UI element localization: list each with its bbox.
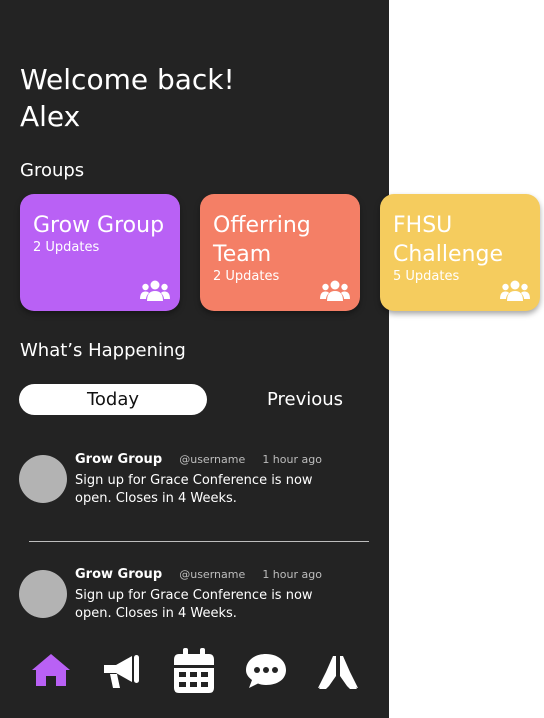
post-text: Sign up for Grace Conference is now open… xyxy=(75,588,313,621)
avatar xyxy=(19,570,67,618)
post-meta: Grow Group @username 1 hour ago xyxy=(75,448,322,467)
group-card-grow-group[interactable]: Grow Group 2 Updates xyxy=(20,194,180,311)
chat-icon[interactable] xyxy=(245,652,287,690)
praying-hands-icon[interactable] xyxy=(316,652,360,690)
welcome-line: Welcome back! xyxy=(20,63,235,96)
post-username: @username xyxy=(179,453,246,466)
post-time: 1 hour ago xyxy=(262,568,322,581)
group-name: Offerring Team xyxy=(213,213,311,267)
welcome-heading: Welcome back! Alex xyxy=(20,61,380,135)
post-text: Sign up for Grace Conference is now open… xyxy=(75,473,313,506)
tab-today[interactable]: Today xyxy=(19,384,207,415)
groups-title: Groups xyxy=(20,160,85,181)
tab-previous[interactable]: Previous xyxy=(210,384,400,415)
megaphone-icon[interactable] xyxy=(102,652,144,690)
group-card-offerring-team[interactable]: Offerring Team 2 Updates xyxy=(200,194,360,311)
group-updates: 2 Updates xyxy=(33,240,100,255)
group-card-info: Offerring Team 2 Updates xyxy=(213,211,358,285)
group-card-fhsu-challenge[interactable]: FHSU Challenge 5 Updates xyxy=(380,194,540,311)
post-group: Grow Group xyxy=(75,567,163,582)
post-time: 1 hour ago xyxy=(262,453,322,466)
group-card-info: Grow Group 2 Updates xyxy=(33,211,178,256)
post-meta: Grow Group @username 1 hour ago xyxy=(75,563,322,582)
divider xyxy=(29,541,369,542)
group-icon xyxy=(140,280,170,301)
whats-happening-title: What’s Happening xyxy=(20,340,186,361)
group-name: Grow Group xyxy=(33,213,165,238)
app-screen: Welcome back! Alex Groups Grow Group 2 U… xyxy=(0,0,389,718)
calendar-icon[interactable] xyxy=(173,648,215,694)
home-icon[interactable] xyxy=(30,652,72,688)
post-username: @username xyxy=(179,568,246,581)
avatar xyxy=(19,455,67,503)
group-icon xyxy=(320,280,350,301)
group-card-info: FHSU Challenge 5 Updates xyxy=(393,211,538,285)
group-name: FHSU Challenge xyxy=(393,213,503,267)
group-icon xyxy=(500,280,530,301)
post-group: Grow Group xyxy=(75,452,163,467)
user-name: Alex xyxy=(20,100,81,133)
